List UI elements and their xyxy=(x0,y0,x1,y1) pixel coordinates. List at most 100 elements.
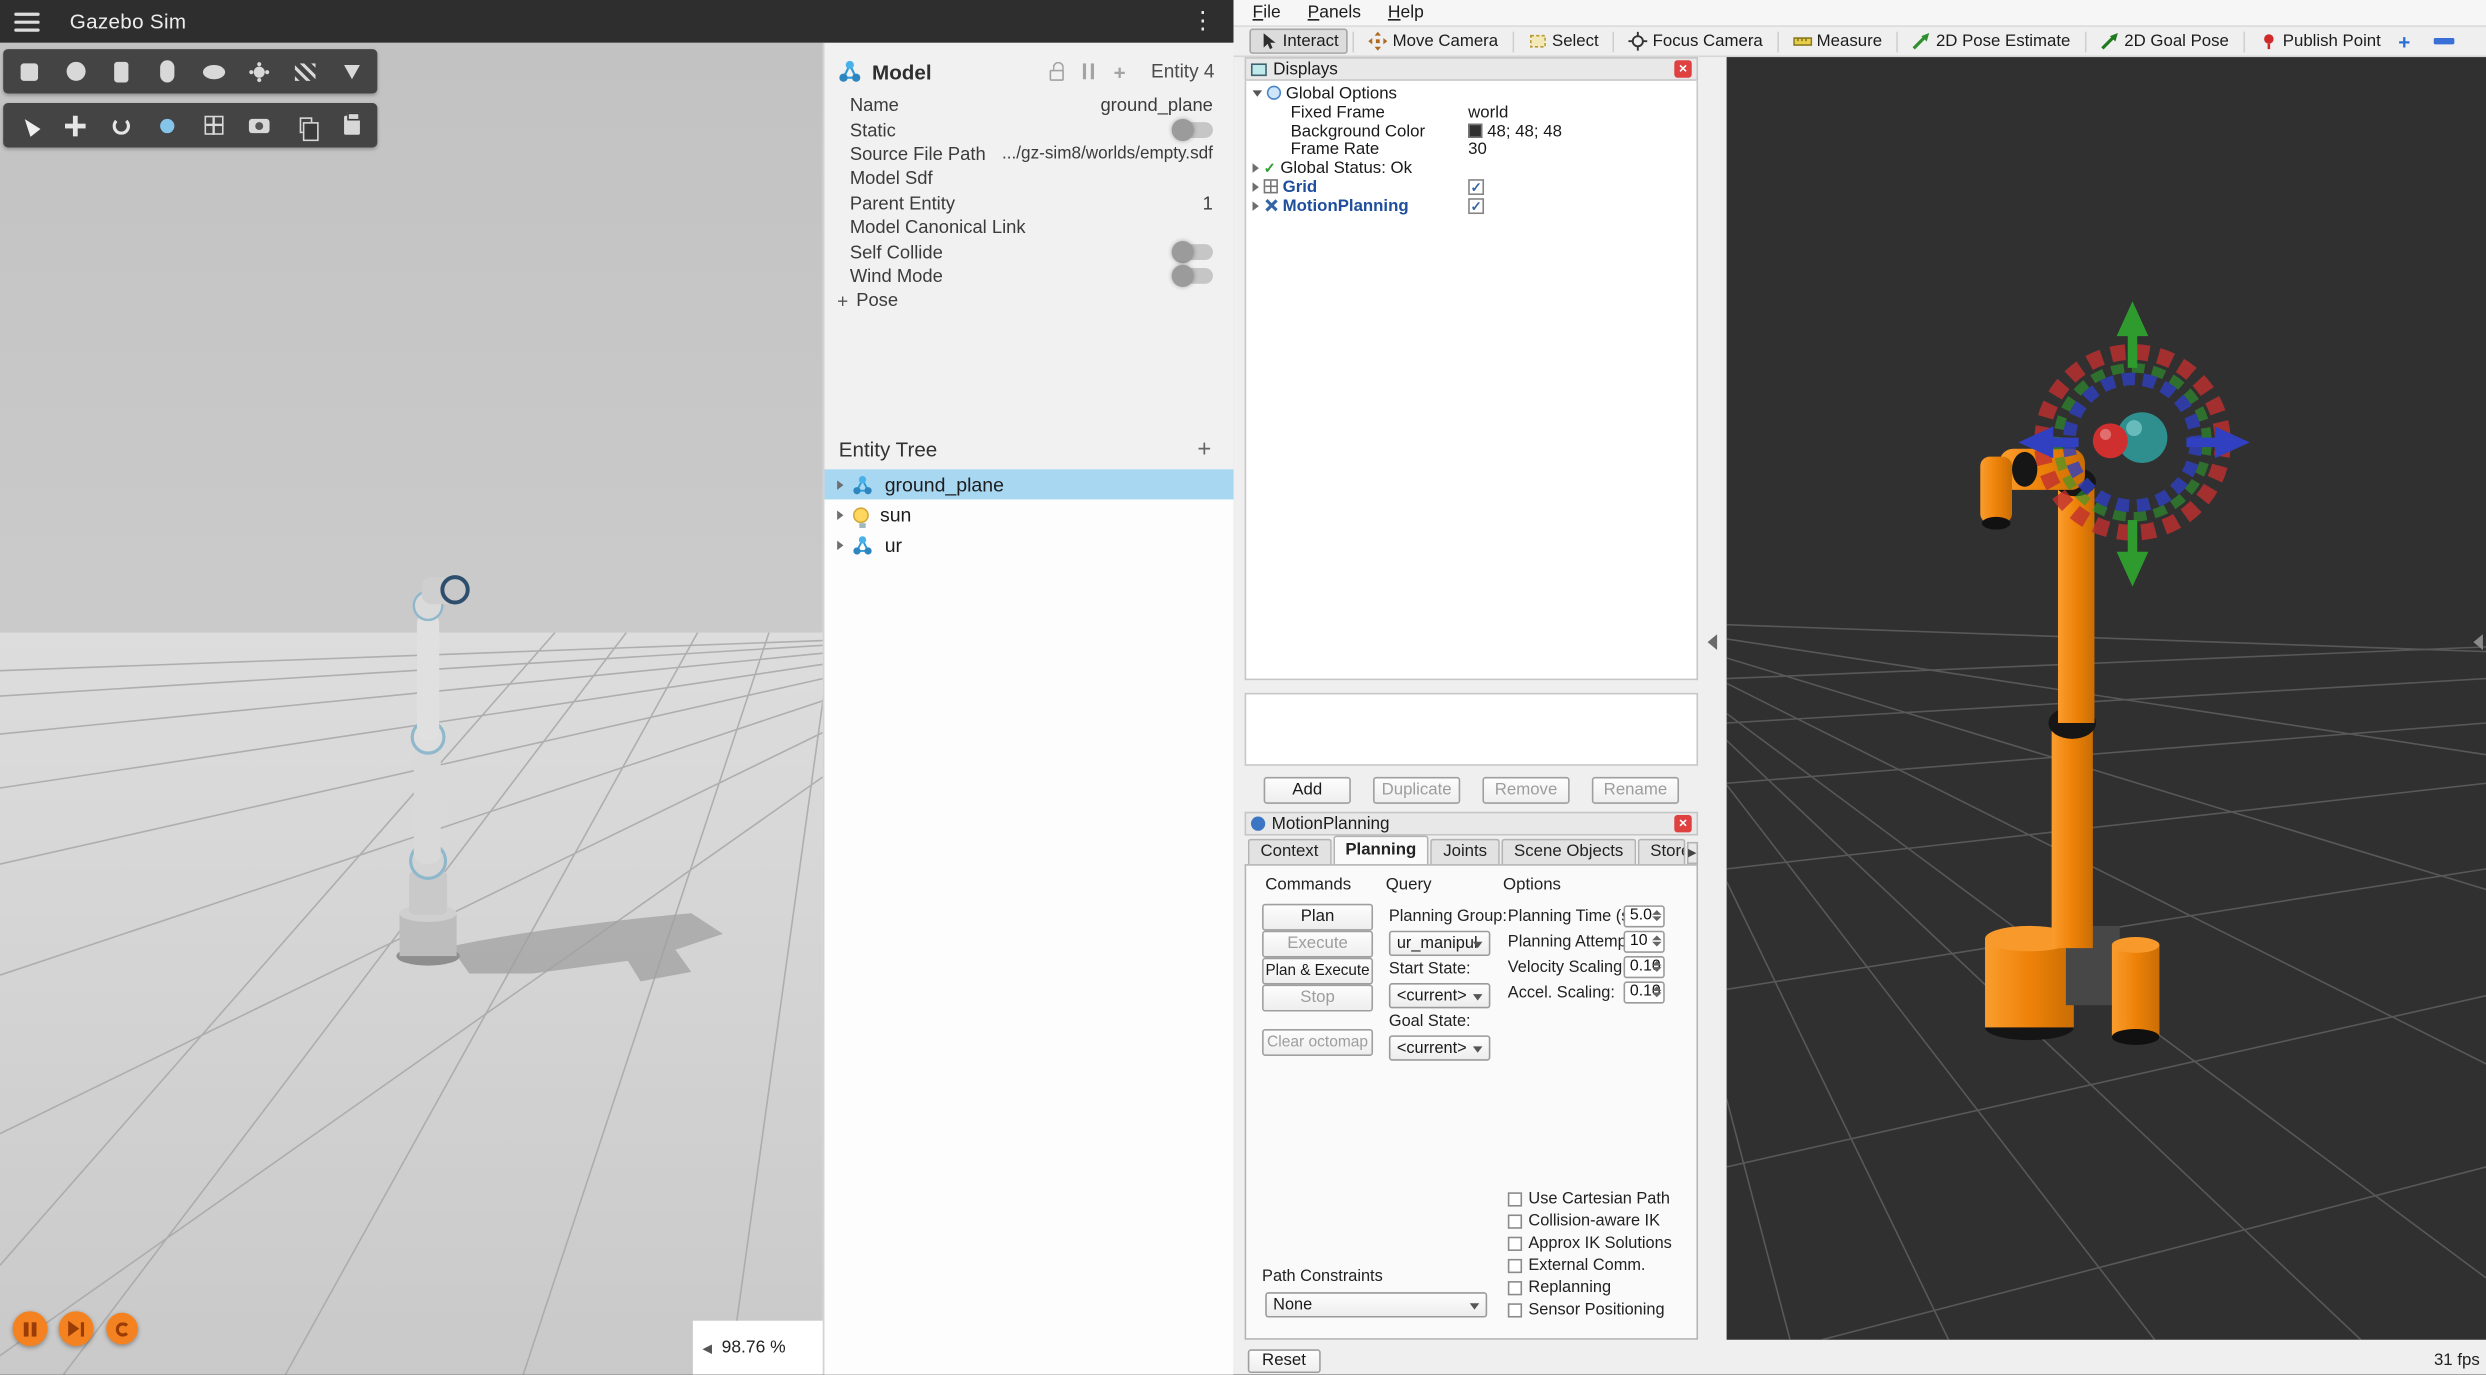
box-shape-button[interactable] xyxy=(6,51,52,92)
tool-2d-pose-estimate[interactable]: 2D Pose Estimate xyxy=(1903,29,2080,54)
view-angle-button[interactable] xyxy=(190,105,236,146)
tool-interact[interactable]: Interact xyxy=(1249,29,1348,54)
property-row-model-sdf[interactable]: Model Sdf xyxy=(824,167,1233,191)
step-button[interactable] xyxy=(59,1311,94,1346)
checkbox[interactable] xyxy=(1508,1214,1522,1228)
planning-group-dropdown[interactable]: ur_manipul xyxy=(1389,931,1490,956)
tab-stored-scenes[interactable]: Stored Scenes xyxy=(1638,839,1685,864)
goal-state-dropdown[interactable]: <current> xyxy=(1389,1035,1490,1060)
tab-context[interactable]: Context xyxy=(1248,839,1331,864)
rviz-3d-viewport[interactable] xyxy=(1727,57,2486,1340)
property-row-self-collide[interactable]: Self Collide xyxy=(824,240,1233,264)
expand-caret-icon[interactable] xyxy=(837,480,843,490)
static-toggle[interactable] xyxy=(1175,122,1213,138)
rotate-tool-button[interactable] xyxy=(98,105,144,146)
path-constraints-dropdown[interactable]: None xyxy=(1265,1292,1487,1317)
external-comm-checkbox[interactable]: External Comm. xyxy=(1508,1257,1646,1274)
row-value[interactable]: world xyxy=(1468,103,1508,122)
gazebo-3d-viewport[interactable]: ◀ 98.76 % xyxy=(0,43,823,1375)
checkbox[interactable] xyxy=(1508,1259,1522,1273)
clear-octomap-button[interactable]: Clear octomap xyxy=(1262,1029,1373,1056)
expand-caret-icon[interactable] xyxy=(1253,201,1259,211)
entity-row-ground-plane[interactable]: ground_plane xyxy=(824,469,1233,500)
expand-caret-icon[interactable] xyxy=(837,541,843,551)
spot-light-button[interactable] xyxy=(328,51,374,92)
planning-attempts-spinbox[interactable]: 10 xyxy=(1624,931,1665,953)
pose-expander-row[interactable]: + Pose xyxy=(824,289,1233,313)
accel-scaling-spinbox[interactable]: 0.10 xyxy=(1624,981,1665,1003)
entity-row-sun[interactable]: sun xyxy=(824,500,1233,531)
entity-row-ur[interactable]: ur xyxy=(824,530,1233,561)
approx-ik-solutions-checkbox[interactable]: Approx IK Solutions xyxy=(1508,1235,1672,1252)
execute-button[interactable]: Execute xyxy=(1262,931,1373,958)
tool-move-camera[interactable]: Move Camera xyxy=(1359,29,1507,54)
checkbox[interactable] xyxy=(1508,1281,1522,1295)
checkbox[interactable] xyxy=(1508,1192,1522,1206)
expand-plus-icon[interactable]: + xyxy=(837,290,848,312)
sensor-positioning-checkbox[interactable]: Sensor Positioning xyxy=(1508,1302,1665,1319)
close-icon[interactable]: × xyxy=(1674,60,1691,77)
stop-button[interactable]: Stop xyxy=(1262,985,1373,1012)
planning-time-spinbox[interactable]: 5.0 xyxy=(1624,905,1665,927)
property-row-name[interactable]: Name ground_plane xyxy=(824,94,1233,118)
directional-light-button[interactable] xyxy=(282,51,328,92)
expand-left-icon[interactable]: ◀ xyxy=(702,1341,712,1355)
tool-focus-camera[interactable]: Focus Camera xyxy=(1619,29,1772,54)
paste-button[interactable] xyxy=(328,105,374,146)
plan-button[interactable]: Plan xyxy=(1262,904,1373,931)
checkbox[interactable] xyxy=(1508,1303,1522,1317)
hamburger-menu-icon[interactable] xyxy=(14,12,39,31)
menu-file[interactable]: File xyxy=(1253,3,1281,22)
property-row-model-canonical-link[interactable]: Model Canonical Link xyxy=(824,216,1233,240)
row-value[interactable]: 30 xyxy=(1468,140,1487,159)
start-state-dropdown[interactable]: <current> xyxy=(1389,983,1490,1008)
add-icon[interactable]: + xyxy=(1114,59,1126,83)
expand-caret-icon[interactable] xyxy=(837,510,843,520)
tree-row-grid[interactable]: Grid ✓ xyxy=(1246,178,1696,197)
motionplanning-enabled-checkbox[interactable]: ✓ xyxy=(1468,198,1484,214)
tool-2d-goal-pose[interactable]: 2D Goal Pose xyxy=(2091,29,2238,54)
tree-row-background-color[interactable]: Background Color 48; 48; 48 xyxy=(1246,121,1696,140)
wind-mode-toggle[interactable] xyxy=(1175,269,1213,285)
spin-arrows-icon[interactable] xyxy=(1652,935,1662,947)
property-row-wind-mode[interactable]: Wind Mode xyxy=(824,264,1233,288)
marker-center-sphere[interactable] xyxy=(2093,423,2128,458)
property-row-static[interactable]: Static xyxy=(824,118,1233,142)
menu-panels[interactable]: Panels xyxy=(1308,3,1361,22)
tree-row-fixed-frame[interactable]: Fixed Frame world xyxy=(1246,103,1696,122)
row-value[interactable]: 48; 48; 48 xyxy=(1487,121,1562,140)
velocity-scaling-spinbox[interactable]: 0.10 xyxy=(1624,956,1665,978)
snap-tool-button[interactable] xyxy=(144,105,190,146)
select-tool-button[interactable] xyxy=(6,105,52,146)
self-collide-toggle[interactable] xyxy=(1175,244,1213,260)
rename-display-button[interactable]: Rename xyxy=(1592,777,1679,804)
screenshot-button[interactable] xyxy=(236,105,282,146)
remove-display-button[interactable]: Remove xyxy=(1482,777,1569,804)
reset-button[interactable]: Reset xyxy=(1248,1349,1320,1373)
copy-button[interactable] xyxy=(282,105,328,146)
reset-sim-button[interactable] xyxy=(106,1313,138,1345)
tab-planning[interactable]: Planning xyxy=(1333,836,1429,865)
translate-tool-button[interactable] xyxy=(52,105,98,146)
expand-caret-icon[interactable] xyxy=(1253,182,1259,192)
motionplanning-titlebar[interactable]: MotionPlanning × xyxy=(1245,812,1698,836)
tool-publish-point[interactable]: Publish Point xyxy=(2249,29,2390,54)
remove-tool-button[interactable] xyxy=(2434,38,2455,44)
cylinder-shape-button[interactable] xyxy=(98,51,144,92)
point-light-button[interactable] xyxy=(236,51,282,92)
tree-row-global-options[interactable]: Global Options xyxy=(1246,84,1696,103)
pause-updates-icon[interactable] xyxy=(1083,63,1094,79)
close-icon[interactable]: × xyxy=(1674,815,1691,832)
property-row-parent-entity[interactable]: Parent Entity 1 xyxy=(824,191,1233,215)
grid-enabled-checkbox[interactable]: ✓ xyxy=(1468,179,1484,195)
tool-select[interactable]: Select xyxy=(1519,29,1609,54)
add-entity-icon[interactable]: + xyxy=(1197,435,1211,462)
spin-arrows-icon[interactable] xyxy=(1652,909,1662,921)
plan-and-execute-button[interactable]: Plan & Execute xyxy=(1262,958,1373,985)
use-cartesian-path-checkbox[interactable]: Use Cartesian Path xyxy=(1508,1191,1670,1208)
tab-joints[interactable]: Joints xyxy=(1431,839,1500,864)
menu-help[interactable]: Help xyxy=(1388,3,1424,22)
expand-caret-icon[interactable] xyxy=(1253,163,1259,173)
tree-row-frame-rate[interactable]: Frame Rate 30 xyxy=(1246,140,1696,159)
checkbox[interactable] xyxy=(1508,1237,1522,1251)
